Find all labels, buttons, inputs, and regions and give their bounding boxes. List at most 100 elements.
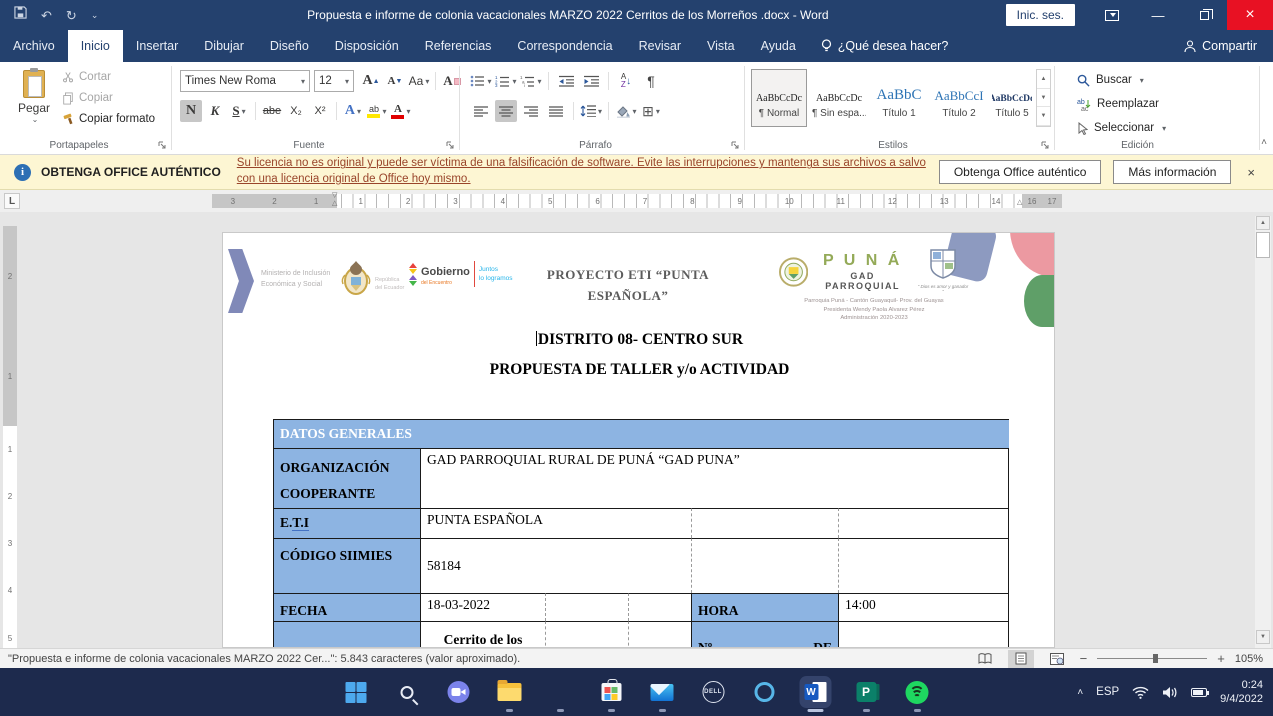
- vertical-ruler[interactable]: 21 1234567: [3, 226, 17, 648]
- text-effects-button[interactable]: A▾: [342, 100, 364, 122]
- shading-button[interactable]: ▾: [615, 100, 637, 122]
- styles-scroll-down-icon[interactable]: ▼: [1037, 89, 1050, 108]
- styles-dialog-launcher[interactable]: [1041, 141, 1051, 151]
- horizontal-ruler[interactable]: 321 1234567891011121314 1617 ▽ △ △: [212, 194, 1062, 208]
- copy-button[interactable]: Copiar: [62, 90, 155, 106]
- undo-icon[interactable]: ↶: [41, 9, 52, 22]
- align-left-button[interactable]: [470, 100, 492, 122]
- notice-close-icon[interactable]: ×: [1243, 165, 1259, 180]
- notice-link[interactable]: Su licencia no es original y puede ser v…: [237, 156, 926, 187]
- right-indent-marker[interactable]: △: [1017, 199, 1022, 206]
- customize-qat-icon[interactable]: ⌄: [91, 11, 99, 20]
- battery-icon[interactable]: [1191, 688, 1207, 697]
- more-info-button[interactable]: Más información: [1113, 160, 1231, 184]
- change-case-button[interactable]: Aa▾: [408, 70, 430, 92]
- hanging-indent-marker[interactable]: △: [332, 200, 337, 207]
- tab-dibujar[interactable]: Dibujar: [191, 30, 257, 62]
- select-button[interactable]: Seleccionar▾: [1077, 119, 1166, 137]
- start-button[interactable]: [343, 679, 369, 705]
- taskbar-clock[interactable]: 0:24 9/4/2022: [1220, 678, 1263, 707]
- pilcrow-button[interactable]: ¶: [640, 70, 662, 92]
- bullets-button[interactable]: ▾: [470, 70, 492, 92]
- web-layout-button[interactable]: [1044, 650, 1070, 668]
- align-right-button[interactable]: [520, 100, 542, 122]
- tab-inicio[interactable]: Inicio: [68, 30, 123, 62]
- zoom-level[interactable]: 105%: [1235, 653, 1263, 665]
- replace-button[interactable]: abac Reemplazar: [1077, 95, 1159, 113]
- sign-in-button[interactable]: Inic. ses.: [1006, 4, 1075, 26]
- tab-stop-selector[interactable]: L: [4, 193, 20, 209]
- font-dialog-launcher[interactable]: [446, 141, 456, 151]
- italic-button[interactable]: K: [204, 100, 226, 122]
- numbering-button[interactable]: 123▾: [495, 70, 517, 92]
- ribbon-display-options-button[interactable]: [1089, 0, 1135, 30]
- grow-font-button[interactable]: A▲: [360, 70, 382, 92]
- print-layout-button[interactable]: [1008, 650, 1034, 668]
- multilevel-list-button[interactable]: 1ai▾: [520, 70, 542, 92]
- document-page[interactable]: Ministerio de Inclusión Económica y Soci…: [222, 232, 1055, 648]
- close-button[interactable]: ×: [1227, 0, 1273, 30]
- taskbar-chat-button[interactable]: [445, 679, 471, 705]
- increase-indent-button[interactable]: [580, 70, 602, 92]
- tab-ayuda[interactable]: Ayuda: [748, 30, 809, 62]
- wifi-icon[interactable]: [1132, 686, 1149, 699]
- first-line-indent-marker[interactable]: ▽: [332, 192, 337, 199]
- scrollbar-thumb[interactable]: [1256, 232, 1270, 258]
- taskbar-search-button[interactable]: [394, 679, 420, 705]
- tray-expand-icon[interactable]: ˄: [1077, 687, 1083, 698]
- font-name-combobox[interactable]: Times New Roma ▾: [180, 70, 310, 92]
- save-icon[interactable]: [14, 6, 27, 24]
- subscript-button[interactable]: X₂: [285, 100, 307, 122]
- style-titulo-1[interactable]: AaBbC Título 1: [871, 69, 927, 127]
- get-genuine-button[interactable]: Obtenga Office auténtico: [939, 160, 1102, 184]
- style-titulo-2[interactable]: AaBbCcI Título 2: [931, 69, 987, 127]
- taskbar-edge-button[interactable]: [547, 679, 573, 705]
- taskbar-file-explorer-button[interactable]: [496, 679, 522, 705]
- taskbar-store-button[interactable]: [598, 679, 624, 705]
- taskbar-word-button[interactable]: W: [802, 679, 828, 705]
- taskbar-mail-button[interactable]: [649, 679, 675, 705]
- format-painter-button[interactable]: Copiar formato: [62, 111, 155, 127]
- volume-icon[interactable]: [1162, 686, 1178, 699]
- justify-button[interactable]: [545, 100, 567, 122]
- redo-icon[interactable]: ↻: [66, 9, 77, 22]
- tab-vista[interactable]: Vista: [694, 30, 748, 62]
- datos-generales-table[interactable]: DATOS GENERALES ORGANIZACIÓN COOPERANTE …: [273, 419, 1009, 648]
- vertical-scrollbar[interactable]: ▲ ▼: [1255, 216, 1271, 648]
- clipboard-dialog-launcher[interactable]: [158, 141, 168, 151]
- zoom-in-button[interactable]: +: [1217, 652, 1225, 665]
- strikethrough-button[interactable]: abe: [261, 100, 283, 122]
- taskbar-spotify-button[interactable]: [904, 679, 930, 705]
- cut-button[interactable]: Cortar: [62, 69, 155, 85]
- tab-disposicion[interactable]: Disposición: [322, 30, 412, 62]
- status-info[interactable]: "Propuesta e informe de colonia vacacion…: [0, 653, 520, 665]
- sort-button[interactable]: AZ↓: [615, 70, 637, 92]
- tab-insertar[interactable]: Insertar: [123, 30, 191, 62]
- tab-correspondencia[interactable]: Correspondencia: [504, 30, 625, 62]
- decrease-indent-button[interactable]: [555, 70, 577, 92]
- read-mode-button[interactable]: [972, 650, 998, 668]
- line-spacing-button[interactable]: ▾: [580, 100, 602, 122]
- borders-button[interactable]: ⊞▾: [640, 100, 662, 122]
- tell-me-box[interactable]: ¿Qué desea hacer?: [809, 30, 961, 62]
- zoom-out-button[interactable]: −: [1080, 652, 1088, 665]
- taskbar-publisher-button[interactable]: P: [853, 679, 879, 705]
- style-sin-espaciado[interactable]: AaBbCcDc ¶ Sin espa...: [811, 69, 867, 127]
- taskbar-voice-assistant-button[interactable]: [751, 679, 777, 705]
- tab-referencias[interactable]: Referencias: [412, 30, 505, 62]
- share-button[interactable]: Compartir: [1168, 30, 1273, 62]
- bold-button[interactable]: N: [180, 100, 202, 122]
- underline-button[interactable]: S▾: [228, 100, 250, 122]
- language-indicator[interactable]: ESP: [1096, 686, 1119, 698]
- styles-more-icon[interactable]: ▼: [1037, 107, 1050, 126]
- highlight-button[interactable]: ab▾: [366, 100, 388, 122]
- scroll-down-button[interactable]: ▼: [1256, 630, 1270, 644]
- paragraph-dialog-launcher[interactable]: [731, 141, 741, 151]
- zoom-slider-thumb[interactable]: [1153, 654, 1158, 663]
- restore-button[interactable]: [1181, 0, 1227, 30]
- minimize-button[interactable]: —: [1135, 0, 1181, 30]
- paste-dropdown-icon[interactable]: ⌄: [12, 115, 58, 124]
- styles-scroll-up-icon[interactable]: ▲: [1037, 70, 1050, 89]
- style-titulo-5[interactable]: AaBbCcDd Título 5: [991, 69, 1033, 127]
- zoom-slider[interactable]: [1097, 658, 1207, 659]
